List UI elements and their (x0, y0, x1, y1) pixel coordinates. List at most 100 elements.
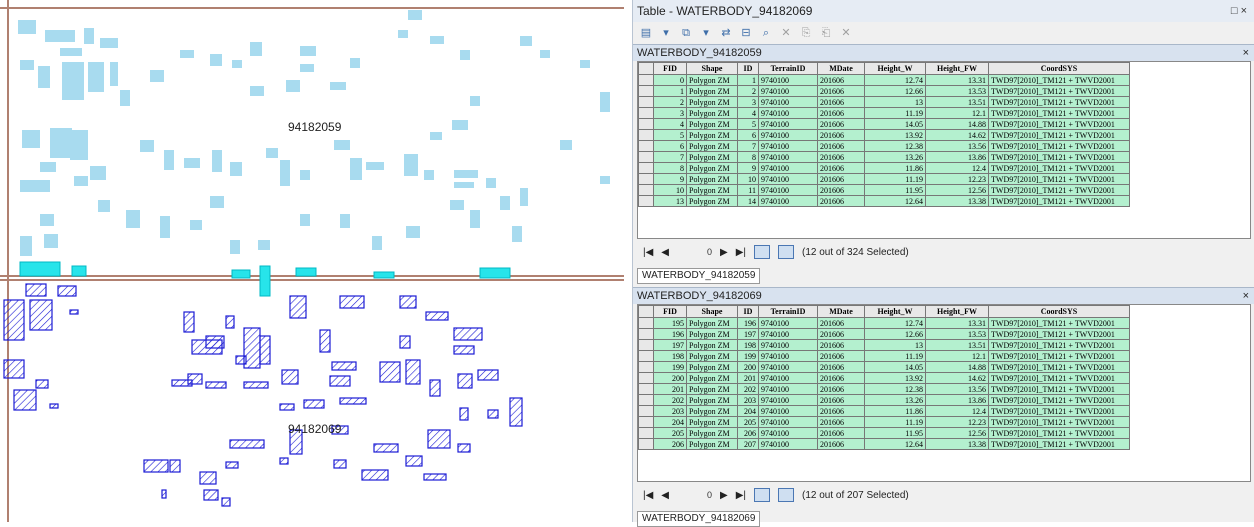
water-polygon[interactable] (430, 132, 442, 140)
water-polygon[interactable] (600, 176, 610, 184)
table-cell[interactable]: Polygon ZM (686, 350, 738, 362)
table-cell[interactable]: 9740100 (758, 74, 818, 86)
table-cell[interactable]: 9740100 (758, 383, 818, 395)
close-table-button[interactable]: × (1243, 288, 1249, 304)
table-row[interactable]: 205 Polygon ZM 206 9740100 201606 11.95 12.56 T… (638, 427, 1130, 439)
table-cell[interactable]: 13 (653, 195, 687, 207)
show-all-records-button[interactable] (754, 488, 771, 502)
table-cell[interactable]: 7 (737, 140, 759, 152)
water-polygon[interactable] (62, 62, 84, 100)
water-polygon[interactable] (40, 162, 56, 172)
row-selector[interactable] (638, 438, 654, 450)
table-row[interactable]: 8 Polygon ZM 9 9740100 201606 11.86 12.4 TWD97[… (638, 162, 1130, 174)
table-cell[interactable]: Polygon ZM (686, 328, 738, 340)
water-polygon[interactable] (350, 158, 362, 180)
column-header[interactable]: Height_FW (925, 305, 989, 318)
water-polygon[interactable] (190, 220, 202, 230)
show-all-records-button[interactable] (754, 245, 771, 259)
table-cell[interactable]: Polygon ZM (686, 151, 738, 163)
table-cell[interactable]: 201606 (817, 107, 865, 119)
table-cell[interactable]: TWD97[2010]_TM121 + TWVD2001 (988, 184, 1130, 196)
table-cell[interactable]: TWD97[2010]_TM121 + TWVD2001 (988, 129, 1130, 141)
column-header[interactable]: MDate (817, 305, 865, 318)
water-polygon[interactable] (160, 216, 170, 238)
water-polygon[interactable] (280, 160, 290, 186)
water-polygon[interactable] (520, 188, 528, 206)
table-row[interactable]: 3 Polygon ZM 4 9740100 201606 11.19 12.1 TWD97[… (638, 107, 1130, 119)
water-polygon[interactable] (126, 210, 140, 228)
water-polygon-hatched[interactable] (509, 397, 523, 427)
table-cell[interactable]: Polygon ZM (686, 339, 738, 351)
water-polygon-hatched[interactable] (333, 459, 347, 469)
table-cell[interactable]: 9740100 (758, 394, 818, 406)
row-selector[interactable] (638, 107, 654, 119)
table-cell[interactable]: 202 (653, 394, 687, 406)
water-polygon[interactable] (450, 200, 464, 210)
table-cell[interactable]: Polygon ZM (686, 438, 738, 450)
table-cell[interactable]: 12.74 (864, 317, 926, 329)
table-cell[interactable]: TWD97[2010]_TM121 + TWVD2001 (988, 118, 1130, 130)
selected-water-polygon[interactable] (19, 261, 61, 277)
table-cell[interactable]: TWD97[2010]_TM121 + TWVD2001 (988, 339, 1130, 351)
table-cell[interactable]: TWD97[2010]_TM121 + TWVD2001 (988, 74, 1130, 86)
table-cell[interactable]: 201606 (817, 195, 865, 207)
table-cell[interactable]: 9740100 (758, 405, 818, 417)
water-polygon[interactable] (38, 66, 50, 88)
field-calc-icon[interactable]: ⎗ (819, 26, 833, 40)
table-cell[interactable]: 12.64 (864, 438, 926, 450)
water-polygon[interactable] (424, 170, 434, 180)
row-selector[interactable] (638, 74, 654, 86)
water-polygon[interactable] (60, 48, 82, 56)
switch-selection-icon[interactable]: ▾ (699, 26, 713, 40)
column-header[interactable]: ID (737, 305, 759, 318)
water-polygon-hatched[interactable] (183, 311, 195, 333)
water-polygon-hatched[interactable] (259, 335, 271, 365)
table-cell[interactable]: 13.38 (925, 438, 989, 450)
table-row[interactable]: 6 Polygon ZM 7 9740100 201606 12.38 13.56 TWD97… (638, 140, 1130, 152)
water-polygon[interactable] (452, 120, 468, 130)
water-polygon[interactable] (330, 82, 346, 90)
table-row[interactable]: 0 Polygon ZM 1 9740100 201606 12.74 13.31 TWD97… (638, 74, 1130, 86)
water-polygon-hatched[interactable] (339, 397, 367, 405)
table-cell[interactable]: Polygon ZM (686, 96, 738, 108)
water-polygon-hatched[interactable] (203, 489, 219, 501)
table-cell[interactable]: 9740100 (758, 85, 818, 97)
table-cell[interactable]: 9740100 (758, 416, 818, 428)
table-cell[interactable]: 196 (653, 328, 687, 340)
water-polygon-hatched[interactable] (331, 361, 357, 371)
table-cell[interactable]: 9740100 (758, 118, 818, 130)
table-cell[interactable]: 201 (737, 372, 759, 384)
table-cell[interactable]: 13.56 (925, 140, 989, 152)
table-cell[interactable]: 6 (737, 129, 759, 141)
window-title-bar[interactable]: Table - WATERBODY_94182069 □ × (633, 0, 1254, 22)
table-cell[interactable]: Polygon ZM (686, 173, 738, 185)
table-tab-upper[interactable]: WATERBODY_94182059 (637, 268, 761, 284)
water-polygon[interactable] (120, 90, 130, 106)
water-polygon-hatched[interactable] (399, 295, 417, 309)
row-selector[interactable] (638, 328, 654, 340)
table-cell[interactable]: Polygon ZM (686, 372, 738, 384)
show-selected-records-button[interactable] (778, 245, 795, 259)
water-polygon-hatched[interactable] (379, 361, 401, 383)
row-selector[interactable] (638, 129, 654, 141)
table-cell[interactable]: 1 (653, 85, 687, 97)
water-polygon-hatched[interactable] (243, 381, 269, 389)
table-cell[interactable]: 12.56 (925, 184, 989, 196)
table-cell[interactable]: 13.92 (864, 372, 926, 384)
map-canvas[interactable] (0, 0, 624, 522)
table-row[interactable]: 10 Polygon ZM 11 9740100 201606 11.95 12.56 TWD… (638, 184, 1130, 196)
column-header[interactable]: FID (653, 305, 687, 318)
water-polygon[interactable] (100, 38, 118, 48)
row-selector[interactable] (638, 96, 654, 108)
water-polygon-hatched[interactable] (235, 355, 247, 365)
table-cell[interactable]: TWD97[2010]_TM121 + TWVD2001 (988, 361, 1130, 373)
water-polygon[interactable] (74, 176, 88, 186)
water-polygon-hatched[interactable] (69, 309, 79, 315)
water-polygon[interactable] (300, 214, 310, 226)
table-cell[interactable]: Polygon ZM (686, 394, 738, 406)
water-polygon[interactable] (300, 64, 314, 72)
table-cell[interactable]: 11.95 (864, 427, 926, 439)
table-cell[interactable]: 9740100 (758, 184, 818, 196)
table-cell[interactable]: 13.53 (925, 85, 989, 97)
row-selector-header[interactable] (638, 305, 654, 318)
